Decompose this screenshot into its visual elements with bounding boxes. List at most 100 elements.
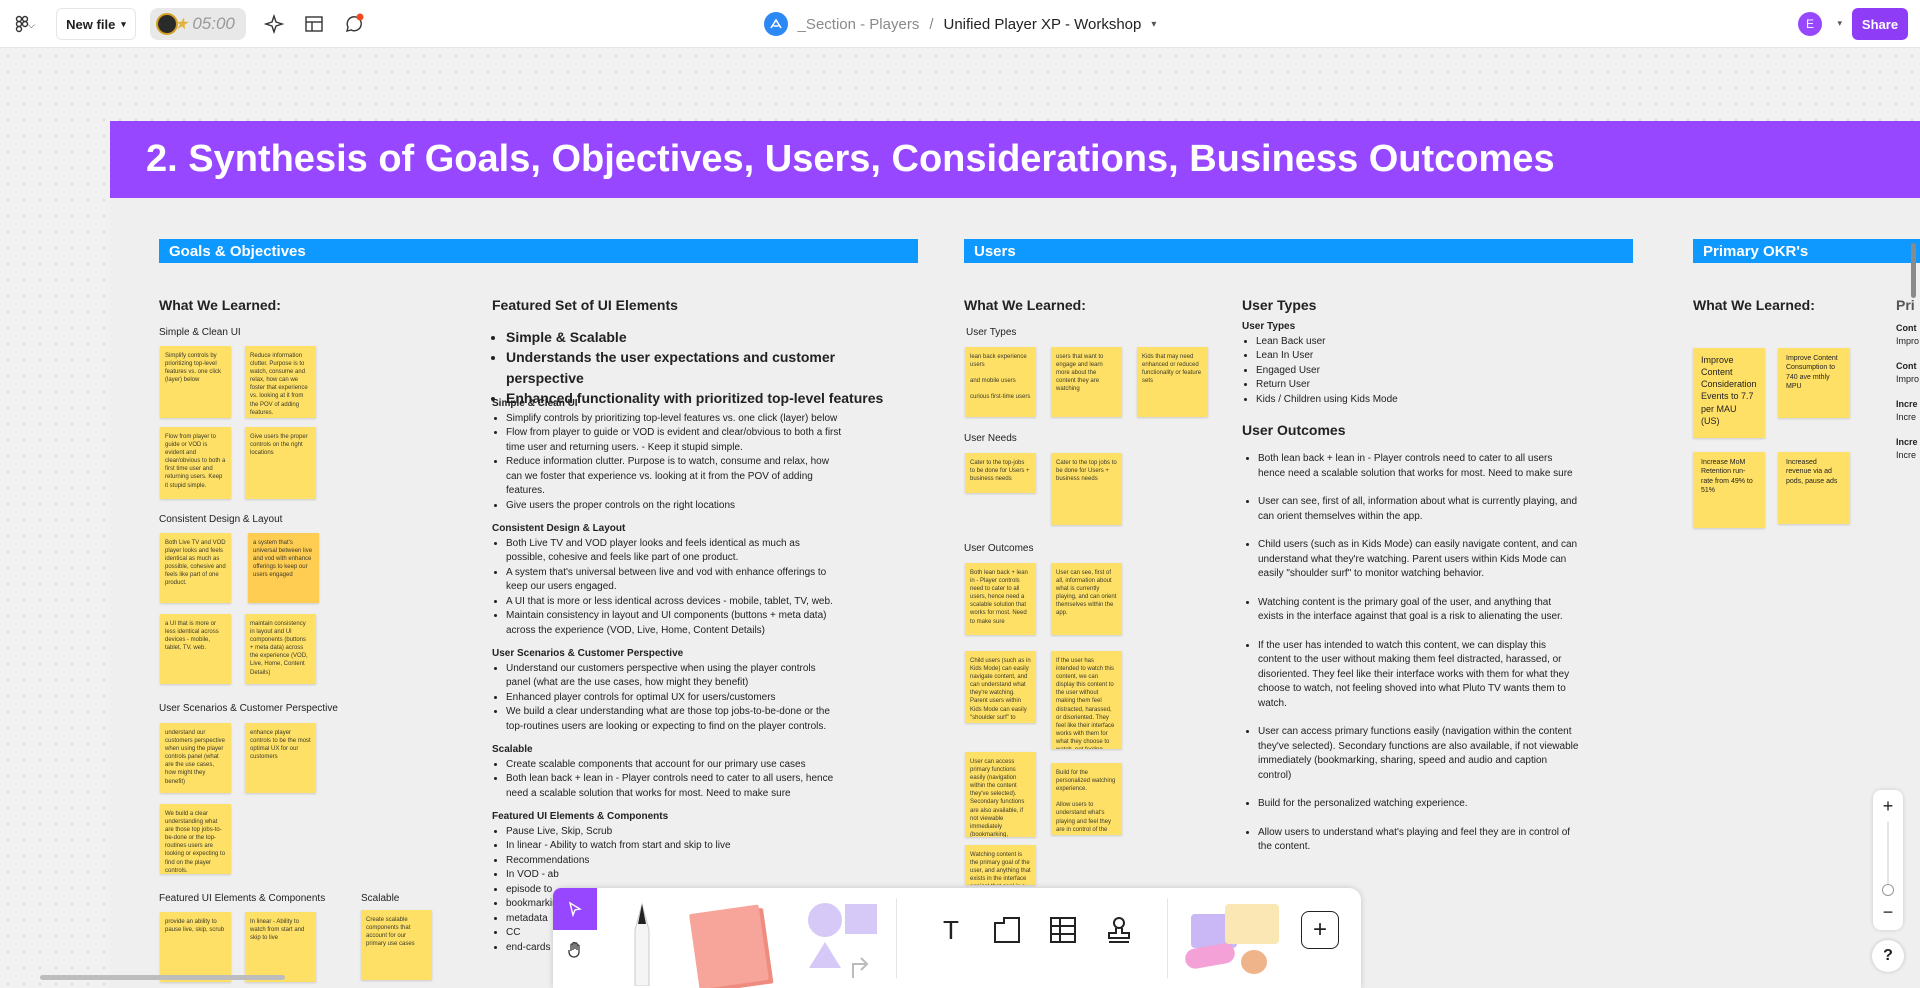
horizontal-scrollbar[interactable] [40, 975, 285, 980]
board-title: 2. Synthesis of Goals, Objectives, Users… [110, 121, 1920, 198]
marker-icon [634, 902, 650, 986]
table-icon [1050, 917, 1076, 943]
move-tool[interactable] [553, 888, 597, 930]
timer-value: 05:00 [192, 14, 235, 33]
list-item: If the user has intended to watch this c… [1258, 639, 1579, 712]
avatar[interactable]: E [1798, 12, 1822, 36]
sticky-note[interactable]: Watching content is the primary goal of … [965, 845, 1036, 885]
sticky-note[interactable]: Both lean back + lean in - Player contro… [965, 563, 1036, 635]
bottom-toolbar: T + [553, 888, 1361, 988]
user-outcomes-list: Both lean back + lean in - Player contro… [1244, 452, 1579, 869]
sticky-note[interactable]: Flow from player to guide or VOD is evid… [160, 427, 231, 499]
pen-tool[interactable] [625, 900, 659, 986]
list-item: User can access primary functions easily… [1258, 725, 1579, 783]
list-item: We build a clear understanding what are … [506, 705, 842, 734]
team-logo-icon[interactable] [763, 12, 788, 36]
sticky-note[interactable]: Reduce information clutter. Purpose is t… [245, 346, 316, 418]
sticky-note[interactable]: If the user has intended to watch this c… [1051, 651, 1122, 749]
sticky-note[interactable]: Increase MoM Retention run-rate from 49%… [1693, 452, 1765, 528]
new-file-button[interactable]: New file ▾ [56, 8, 136, 40]
file-name[interactable]: Unified Player XP - Workshop [944, 16, 1142, 33]
sticky-group-label: Scalable [361, 893, 400, 904]
sticky-group-label: User Outcomes [964, 543, 1034, 554]
okr-item-text: Incre [1896, 412, 1917, 423]
comment-notification-icon[interactable] [342, 12, 366, 36]
help-button[interactable]: ? [1872, 940, 1904, 972]
list-item: In VOD - ab [506, 868, 842, 883]
share-button[interactable]: Share [1852, 8, 1908, 40]
sticky-note[interactable]: Both Live TV and VOD player looks and fe… [160, 533, 231, 603]
chevron-down-icon[interactable]: ▾ [1837, 18, 1842, 29]
list-item: Both lean back + lean in - Player contro… [1258, 452, 1579, 481]
section-heading: Featured UI Elements & Components [492, 811, 669, 822]
sticky-note[interactable]: Give users the proper controls on the ri… [245, 427, 316, 499]
list-item: Lean Back user [1256, 335, 1442, 350]
widgets-tool[interactable] [1183, 898, 1283, 978]
sticky-tool[interactable] [689, 904, 769, 988]
stamp-tool[interactable] [1101, 912, 1137, 948]
sticky-note[interactable]: We build a clear understanding what are … [160, 804, 231, 874]
layout-panel-icon[interactable] [302, 12, 326, 36]
sticky-note[interactable]: Build for the personalized watching expe… [1051, 763, 1122, 835]
featured-bullet: Simple & Scalable [506, 327, 912, 347]
list-item: Flow from player to guide or VOD is evid… [506, 426, 842, 455]
section-tool[interactable] [989, 912, 1025, 948]
sticky-note[interactable]: Create scalable components that account … [361, 910, 432, 980]
okr-right-list: Cont Impro Cont Impro Incre Incre Incre … [1896, 322, 1920, 462]
list-item: Create scalable components that account … [506, 758, 842, 773]
sticky-note[interactable]: User can access primary functions easily… [965, 752, 1036, 837]
zoom-out-button[interactable]: − [1873, 900, 1903, 924]
shape-tool[interactable] [807, 902, 879, 982]
list-item: Enhanced player controls for optimal UX … [506, 691, 842, 706]
add-tool[interactable]: + [1301, 911, 1339, 949]
section-heading: Scalable [492, 744, 533, 755]
section-heading: Simple & Clean UI [492, 398, 578, 409]
chevron-down-icon[interactable]: ⌵ [28, 20, 35, 31]
sticky-note[interactable]: enhance player controls to be the most o… [245, 723, 316, 793]
list-item: Maintain consistency in layout and UI co… [506, 609, 842, 638]
sticky-note[interactable]: understand our customers perspective whe… [160, 723, 231, 793]
list-item: Kids / Children using Kids Mode [1256, 393, 1442, 408]
list-item: Return User [1256, 378, 1442, 393]
okr-item-title: Incre [1896, 437, 1918, 448]
sticky-note[interactable]: a UI that is more or less identical acro… [160, 614, 231, 684]
table-tool[interactable] [1045, 912, 1081, 948]
sticky-note[interactable]: Cater to the top jobs to be done for Use… [1051, 453, 1122, 525]
zoom-slider-handle[interactable] [1882, 884, 1894, 896]
sticky-note[interactable]: a system that's universal between live a… [248, 533, 319, 603]
breadcrumb: _Section - Players / Unified Player XP -… [0, 0, 1920, 48]
sticky-note[interactable]: User can see, first of all, information … [1051, 563, 1122, 635]
list-item: Pause Live, Skip, Scrub [506, 825, 842, 840]
featured-title: Featured Set of UI Elements [492, 297, 678, 313]
sticky-note[interactable]: Improve Content Consideration Events to … [1693, 348, 1765, 438]
okr-right-title: Pri [1896, 297, 1915, 313]
sticky-note[interactable]: Cater to the top-jobs to be done for Use… [965, 453, 1036, 493]
sticky-note[interactable]: In linear - Ability to watch from start … [245, 912, 316, 982]
cursor-icon [568, 901, 582, 917]
breadcrumb-section[interactable]: _Section - Players [798, 16, 920, 33]
sticky-note[interactable]: users that want to engage and learn more… [1051, 347, 1122, 417]
sticky-note[interactable]: lean back experience users and mobile us… [965, 347, 1036, 417]
zoom-controls: + − [1873, 790, 1903, 930]
sticky-note[interactable]: maintain consistency in layout and UI co… [245, 614, 316, 684]
sticky-note[interactable]: provide an ability to pause live, skip, … [160, 912, 231, 982]
users-learned-title: What We Learned: [964, 297, 1086, 313]
sticky-note[interactable]: Simplify controls by prioritizing top-le… [160, 346, 231, 418]
okr-item-text: Impro [1896, 336, 1920, 347]
sticky-note[interactable]: Kids that may need enhanced or reduced f… [1137, 347, 1208, 417]
user-types-subtitle: User Types [1242, 321, 1296, 332]
zoom-in-button[interactable]: + [1873, 794, 1903, 818]
timer-button[interactable]: ★ 05:00 [150, 8, 246, 40]
text-tool[interactable]: T [933, 912, 969, 948]
sparkle-ai-icon[interactable] [262, 12, 286, 36]
chevron-down-icon[interactable]: ▾ [1151, 19, 1156, 30]
hand-tool[interactable] [553, 930, 597, 970]
vertical-scrollbar[interactable] [1911, 243, 1916, 298]
list-item: A system that's universal between live a… [506, 566, 842, 595]
sticky-note[interactable]: Improve Content Consumption to 740 ave m… [1778, 348, 1850, 418]
sticky-group-label: Simple & Clean UI [159, 327, 241, 338]
sticky-note[interactable]: Increased revenue via ad pods, pause ads [1778, 452, 1850, 524]
sticky-note[interactable]: Child users (such as in Kids Mode) can e… [965, 651, 1036, 723]
chevron-down-icon: ▾ [121, 18, 126, 29]
list-item: Engaged User [1256, 364, 1442, 379]
